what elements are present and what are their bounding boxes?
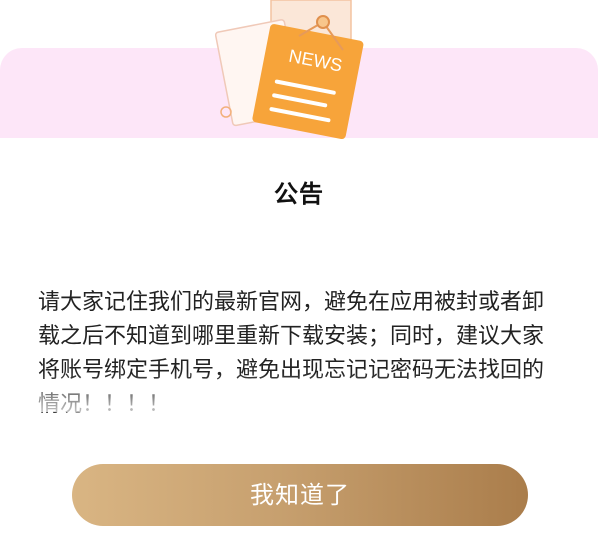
news-icon: NEWS xyxy=(214,0,375,140)
announcement-dialog: NEWS 公告 请大家记住我们的最新官网，避免在应用被封或者卸载之后不知道到哪里… xyxy=(0,0,598,551)
announcement-message: 请大家记住我们的最新官网，避免在应用被封或者卸载之后不知道到哪里重新下载安装；同… xyxy=(38,290,545,417)
confirm-button[interactable]: 我知道了 xyxy=(72,464,528,526)
dialog-title: 公告 xyxy=(274,180,324,208)
